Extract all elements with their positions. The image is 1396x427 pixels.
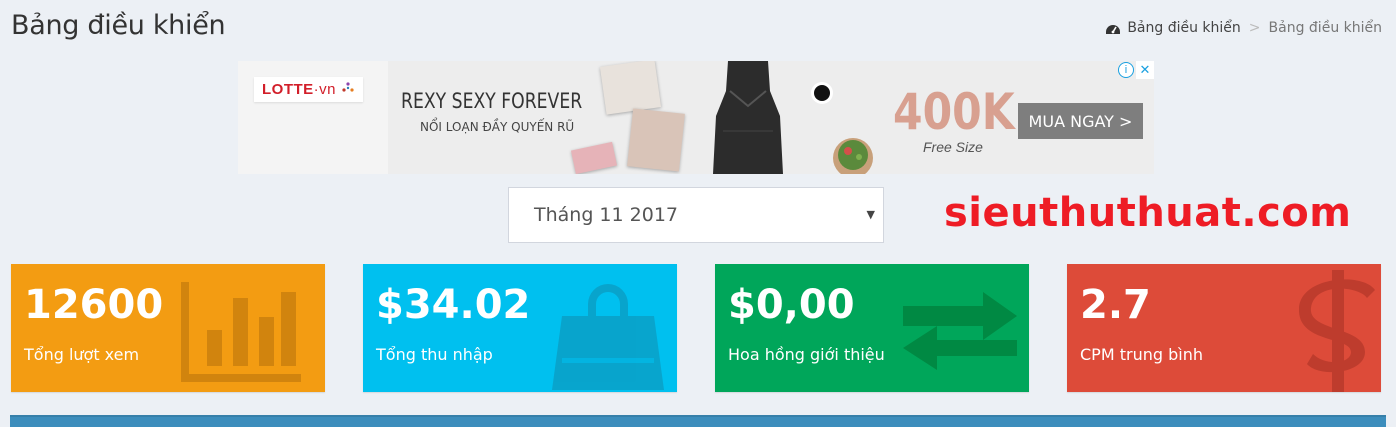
lingerie-image xyxy=(713,61,783,174)
ad-cta-button[interactable]: MUA NGAY > xyxy=(1018,103,1143,139)
ad-info-icon[interactable]: i xyxy=(1118,62,1134,78)
bar-chart-icon xyxy=(181,282,301,382)
coffee-cup-image xyxy=(811,82,833,104)
caret-down-icon: ▼ xyxy=(866,208,875,221)
breadcrumb: Bảng điều khiển > Bảng điều khiển xyxy=(1105,20,1382,36)
ad-controls: i ✕ xyxy=(1116,61,1154,79)
breadcrumb-home-label: Bảng điều khiển xyxy=(1127,20,1241,36)
exchange-arrows-icon xyxy=(903,292,1017,370)
ad-photo xyxy=(627,108,685,172)
ad-price-sub: Free Size xyxy=(923,139,983,155)
ad-brand: LOTTE xyxy=(262,81,314,98)
breadcrumb-separator: > xyxy=(1248,20,1261,36)
shopping-bag-icon xyxy=(552,284,664,390)
page-title: Bảng điều khiển xyxy=(11,10,226,41)
ad-logo-area: LOTTE·vn xyxy=(238,61,388,174)
dollar-icon xyxy=(1299,270,1375,392)
month-select-value: Tháng 11 2017 xyxy=(534,204,679,226)
month-select[interactable]: Tháng 11 2017 ▼ xyxy=(508,187,884,243)
star-icon xyxy=(342,82,354,92)
stat-value: 12600 xyxy=(24,282,164,328)
stat-value: $34.02 xyxy=(376,282,531,328)
stat-label: Tổng thu nhập xyxy=(376,345,493,364)
stat-value: 2.7 xyxy=(1080,282,1151,328)
ad-close-icon[interactable]: ✕ xyxy=(1136,61,1154,79)
breadcrumb-current: Bảng điều khiển xyxy=(1268,20,1382,36)
stat-box-views[interactable]: 12600 Tổng lượt xem xyxy=(11,264,325,392)
stat-value: $0,00 xyxy=(728,282,855,328)
plant-image xyxy=(833,138,873,174)
watermark: sieuthuthuat.com xyxy=(944,190,1352,236)
stat-label: Tổng lượt xem xyxy=(24,345,140,364)
ad-headline: REXY SEXY FOREVER xyxy=(401,89,583,113)
stat-box-earnings[interactable]: $34.02 Tổng thu nhập xyxy=(363,264,677,392)
dashboard-icon xyxy=(1106,25,1121,34)
ad-logo: LOTTE·vn xyxy=(254,77,363,102)
ad-photo xyxy=(599,61,662,115)
content-panel-top xyxy=(10,415,1386,427)
stat-box-referral[interactable]: $0,00 Hoa hồng giới thiệu xyxy=(715,264,1029,392)
stat-label: Hoa hồng giới thiệu xyxy=(728,345,885,364)
breadcrumb-home[interactable]: Bảng điều khiển xyxy=(1105,20,1241,36)
ad-price: 400K xyxy=(893,83,1015,141)
stat-label: CPM trung bình xyxy=(1080,345,1203,364)
ad-brand-suffix: ·vn xyxy=(313,81,337,98)
ad-subline: NỔI LOẠN ĐẦY QUYẾN RŨ xyxy=(420,120,575,134)
stat-box-cpm[interactable]: 2.7 CPM trung bình xyxy=(1067,264,1381,392)
ad-photo xyxy=(570,141,618,174)
ad-banner[interactable]: LOTTE·vn REXY SEXY FOREVER NỔI LOẠN ĐẦY … xyxy=(238,61,1154,174)
